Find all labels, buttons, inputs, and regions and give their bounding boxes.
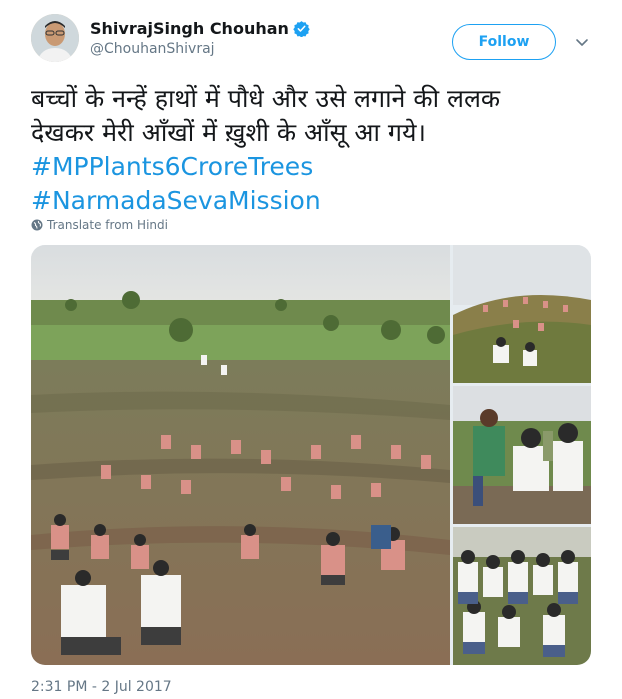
translate-label[interactable]: Translate from Hindi xyxy=(47,218,168,232)
chevron-down-icon[interactable] xyxy=(574,34,590,50)
tweet-text-line-2: देखकर मेरी आँखों में ख़ुशी के आँसू आ गये… xyxy=(31,118,426,147)
author-name-row[interactable]: ShivrajSingh Chouhan xyxy=(90,19,310,38)
translate-link[interactable]: Translate from Hindi xyxy=(31,218,168,232)
photo-girls-group[interactable] xyxy=(453,527,591,665)
photo-hill-planting[interactable] xyxy=(453,245,591,383)
tweet-text: बच्चों के नन्हें हाथों में पौधे और उसे ल… xyxy=(31,82,591,218)
media-grid xyxy=(31,245,591,665)
avatar[interactable] xyxy=(31,14,79,62)
follow-button[interactable]: Follow xyxy=(452,24,556,60)
hashtag-link[interactable]: #MPPlants6CroreTrees xyxy=(31,150,591,184)
hashtag-link[interactable]: #NarmadaSevaMission xyxy=(31,184,591,218)
author-name[interactable]: ShivrajSingh Chouhan xyxy=(90,19,289,38)
author-handle[interactable]: @ChouhanShivraj xyxy=(90,41,215,57)
photo-tree-planting-field[interactable] xyxy=(31,245,450,665)
tweet-timestamp[interactable]: 2:31 PM - 2 Jul 2017 xyxy=(31,679,172,695)
verified-icon xyxy=(293,21,310,37)
globe-icon xyxy=(31,219,43,231)
tweet-text-line-1: बच्चों के नन्हें हाथों में पौधे और उसे ल… xyxy=(31,84,501,113)
photo-students-planting[interactable] xyxy=(453,386,591,524)
